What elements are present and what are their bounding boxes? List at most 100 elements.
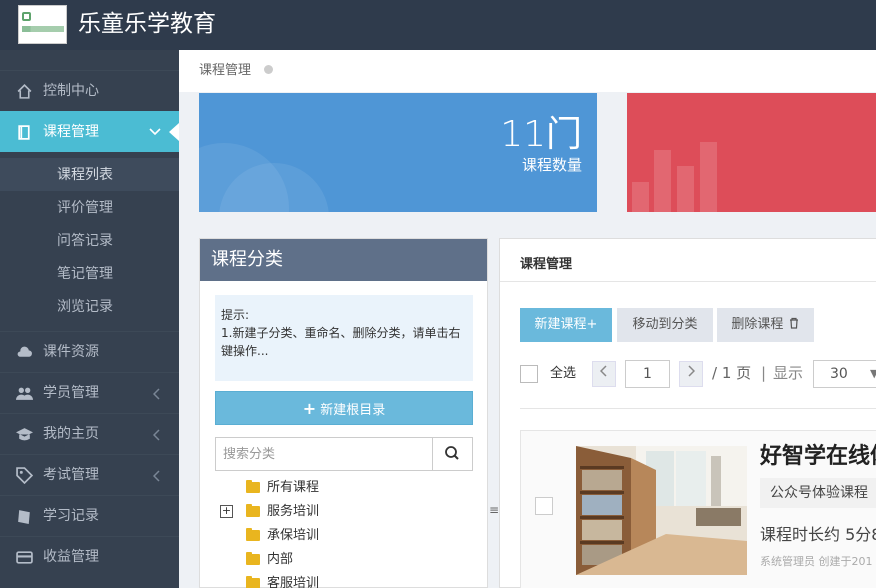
tip-title: 提示: <box>221 308 250 322</box>
users-icon <box>16 387 33 400</box>
pager-separator: | <box>761 364 767 382</box>
new-course-button[interactable]: 新建课程+ <box>520 308 612 342</box>
sidebar-item-label: 学习记录 <box>43 508 99 524</box>
book-icon <box>18 125 30 140</box>
course-checkbox[interactable] <box>535 497 553 515</box>
cloud-icon <box>17 346 32 357</box>
tree-item-label: 内部 <box>267 552 294 567</box>
tags-icon <box>16 467 33 484</box>
tree-item-label: 客服培训 <box>267 576 320 588</box>
sidebar-subitem-reviews[interactable]: 评价管理 <box>0 191 179 224</box>
top-bar: 乐童乐学教育 <box>0 0 876 50</box>
sidebar-item-course-management[interactable]: 课程管理 <box>0 111 179 152</box>
sidebar-item-label: 收益管理 <box>43 549 99 565</box>
tree-item-label: 所有课程 <box>267 480 320 495</box>
move-to-category-button[interactable]: 移动到分类 <box>617 308 713 342</box>
category-search <box>215 437 473 471</box>
tree-expand-toggle[interactable]: + <box>220 505 233 518</box>
decor-bar <box>700 142 717 212</box>
chevron-left-icon <box>599 365 607 377</box>
sidebar-item-revenue[interactable]: 收益管理 <box>0 536 179 577</box>
sidebar-item-students[interactable]: 学员管理 <box>0 372 179 413</box>
sidebar-item-label: 考试管理 <box>43 467 99 483</box>
delete-course-button[interactable]: 删除课程 <box>717 308 814 342</box>
sidebar-item-label: 控制中心 <box>43 83 99 99</box>
next-page-button[interactable] <box>679 361 703 387</box>
course-tag: 公众号体验课程 <box>760 478 876 508</box>
sidebar-item-label: 学员管理 <box>43 385 99 401</box>
select-all-checkbox[interactable] <box>520 365 538 383</box>
prev-page-button[interactable] <box>592 361 616 387</box>
total-pages: / 1 页 <box>712 364 752 382</box>
page-size-select[interactable]: 30 ▼ <box>813 360 876 388</box>
breadcrumb-dot-icon <box>264 65 273 74</box>
decor-bar <box>677 166 694 212</box>
sidebar-item-courseware[interactable]: 课件资源 <box>0 331 179 372</box>
course-duration: 课程时长约 5分8 <box>760 525 876 544</box>
search-button[interactable] <box>432 438 472 470</box>
chevron-down-icon <box>149 128 161 136</box>
credit-card-icon <box>16 551 33 564</box>
page-size-value: 30 <box>830 366 848 382</box>
folder-icon <box>246 480 260 493</box>
course-panel: 课程管理 新建课程+ 移动到分类 删除课程 全选 / 1 页 | 显示 30 ▼ <box>499 238 876 588</box>
tree-item-label: 服务培训 <box>267 504 320 519</box>
chevron-left-icon <box>153 429 160 441</box>
sidebar-item-label: 课件资源 <box>43 344 99 360</box>
course-thumbnail[interactable] <box>576 446 747 575</box>
sidebar-item-homepage[interactable]: 我的主页 <box>0 413 179 454</box>
sidebar-subitem-qa[interactable]: 问答记录 <box>0 224 179 257</box>
sidebar-subitem-label: 笔记管理 <box>57 266 113 282</box>
trash-icon <box>789 317 798 329</box>
tip-box: 提示: 1.新建子分类、重命名、删除分类，请单击右键操作... <box>215 295 473 381</box>
sidebar-subitem-label: 课程列表 <box>57 167 113 183</box>
sidebar-subitem-notes[interactable]: 笔记管理 <box>0 257 179 290</box>
sidebar-item-label: 课程管理 <box>43 124 99 140</box>
course-meta: 系统管理员 创建于201 <box>760 555 873 568</box>
folder-icon <box>246 576 260 588</box>
sidebar-item-control-center[interactable]: 控制中心 <box>0 70 179 111</box>
stat-card-red[interactable] <box>627 93 876 212</box>
category-search-input[interactable] <box>216 438 434 470</box>
page-number-input[interactable] <box>625 360 670 388</box>
course-count-card[interactable]: 11门 课程数量 <box>199 93 597 212</box>
category-panel: 课程分类 提示: 1.新建子分类、重命名、删除分类，请单击右键操作... + 新… <box>199 238 488 588</box>
sidebar: 控制中心 课程管理 课程列表 评价管理 问答记录 笔记管理 浏览记录 课件资源 … <box>0 50 179 588</box>
logo-wordmark <box>22 26 64 32</box>
sidebar-subitem-course-list[interactable]: 课程列表 <box>0 158 179 191</box>
chevron-left-icon <box>153 388 160 400</box>
course-count-label: 课程数量 <box>521 156 582 174</box>
library-image <box>576 446 747 575</box>
home-icon <box>17 83 32 99</box>
sidebar-item-exams[interactable]: 考试管理 <box>0 454 179 495</box>
select-all-label: 全选 <box>550 366 577 381</box>
breadcrumb-item[interactable]: 课程管理 <box>199 62 251 80</box>
chevron-left-icon <box>153 470 160 482</box>
sidebar-item-study-records[interactable]: 学习记录 <box>0 495 179 536</box>
logo-mark-icon <box>22 12 31 21</box>
course-count-value: 11门 <box>500 114 582 155</box>
decor-bar <box>654 150 671 212</box>
category-panel-title: 课程分类 <box>211 249 283 270</box>
course-panel-title: 课程管理 <box>520 257 573 272</box>
folder-icon <box>246 504 260 517</box>
folder-icon <box>246 552 260 565</box>
search-icon <box>445 446 459 460</box>
divider <box>520 408 876 409</box>
folder-icon <box>246 528 260 541</box>
category-panel-header: 课程分类 <box>200 239 487 281</box>
sidebar-subitem-history[interactable]: 浏览记录 <box>0 290 179 323</box>
new-root-button[interactable]: + 新建根目录 <box>215 391 473 425</box>
chevron-down-icon: ▼ <box>870 367 876 380</box>
graduation-cap-icon <box>16 428 33 441</box>
divider <box>500 281 876 282</box>
brand-logo[interactable] <box>18 5 67 44</box>
show-label: 显示 <box>773 364 804 382</box>
course-name[interactable]: 好智学在线体 <box>760 441 876 473</box>
tip-text: 1.新建子分类、重命名、删除分类，请单击右键操作... <box>221 326 461 358</box>
panel-resize-handle[interactable]: ≡ <box>489 500 499 520</box>
notebook-icon <box>18 510 30 524</box>
breadcrumb: 课程管理 <box>179 50 876 92</box>
course-card[interactable]: 好智学在线体 公众号体验课程 课程时长约 5分8 系统管理员 创建于201 <box>520 430 876 588</box>
plus-icon: + <box>302 399 317 418</box>
